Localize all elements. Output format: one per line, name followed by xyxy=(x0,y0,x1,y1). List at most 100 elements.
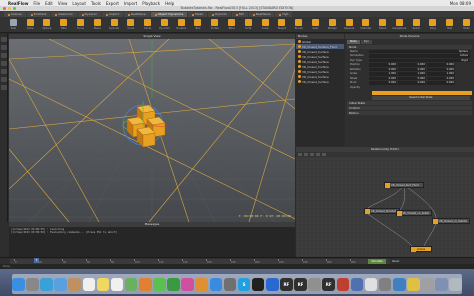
minimize-window-button[interactable] xyxy=(8,7,11,10)
relationship-node[interactable]: Global xyxy=(410,246,432,252)
toolbar-chamfer-button[interactable]: Chamfer xyxy=(358,18,373,32)
menu-file[interactable]: File xyxy=(33,1,40,6)
relationship-node[interactable]: VR_Closed_co_Subdi xyxy=(396,210,432,216)
app-3-icon[interactable] xyxy=(350,277,364,291)
camera-tool-button[interactable] xyxy=(1,69,7,74)
finder-icon[interactable] xyxy=(12,277,25,291)
maps-icon[interactable] xyxy=(124,277,138,291)
toolbar-gear-button[interactable]: Gear xyxy=(308,18,323,32)
dropbox-icon[interactable] xyxy=(265,277,279,291)
toolbar-icosa-button[interactable]: Icosa xyxy=(258,18,273,32)
param-value-field[interactable]: 0.000 xyxy=(369,81,397,85)
move-tool-button[interactable] xyxy=(1,45,7,50)
toolbar-wedge-button[interactable]: Wedge xyxy=(325,18,340,32)
launchpad-icon[interactable] xyxy=(26,277,39,291)
close-window-button[interactable] xyxy=(3,7,6,10)
toolbar-vortex-button[interactable]: Vortex xyxy=(207,18,222,32)
relationship-node[interactable]: VR_Closed_Simulat xyxy=(364,208,400,214)
menu-edit[interactable]: Edit xyxy=(45,1,53,6)
app-8-icon[interactable] xyxy=(421,277,434,291)
toolbar-text-button[interactable]: Text xyxy=(442,18,457,32)
viewport-scene[interactable] xyxy=(9,39,295,222)
scale-tool-button[interactable] xyxy=(1,61,7,66)
toolbar-helix-button[interactable]: Helix xyxy=(459,18,474,32)
realflow-1-icon[interactable]: RF xyxy=(280,277,293,291)
toolbar-cube-button[interactable]: Cube xyxy=(23,18,38,32)
param-value-field[interactable]: 0.000 xyxy=(398,67,426,71)
app-6-icon[interactable] xyxy=(392,277,406,291)
toolbar-plane-button[interactable]: Plane xyxy=(90,18,105,32)
preferences-icon[interactable] xyxy=(223,277,237,291)
menu-import[interactable]: Import xyxy=(124,1,137,6)
app-4-icon[interactable] xyxy=(364,277,378,291)
toolbar-circle-button[interactable]: Circle xyxy=(140,18,155,32)
zoom-window-button[interactable] xyxy=(13,7,16,10)
param-value-field[interactable]: Sphere xyxy=(369,49,470,53)
toolbar-torus-button[interactable]: Torus xyxy=(73,18,88,32)
menu-playback[interactable]: Playback xyxy=(142,1,160,6)
app-1-icon[interactable] xyxy=(308,277,321,291)
toolbar-geosphere-button[interactable]: Geosphere xyxy=(392,18,407,32)
rotate-tool-button[interactable] xyxy=(1,53,7,58)
toolbar-box-button[interactable]: Box xyxy=(191,18,206,32)
param-value-field[interactable]: 0.000 xyxy=(398,63,426,67)
select-tool-button[interactable] xyxy=(1,37,7,42)
app-2-icon[interactable] xyxy=(336,277,350,291)
param-value-field[interactable]: 1.000 xyxy=(369,72,397,76)
relationship-node[interactable]: VR_Closed_Surf_Fluid xyxy=(384,182,424,188)
toolbar-spiral-button[interactable]: Spiral xyxy=(409,18,424,32)
toolbar-torusk-button[interactable]: Torusk xyxy=(291,18,306,32)
toolbar-sphere-button[interactable]: Sphere xyxy=(40,18,55,32)
menu-layout[interactable]: Layout xyxy=(72,1,86,6)
calendar-icon[interactable] xyxy=(82,277,96,291)
params-section-uniform[interactable]: Uniform xyxy=(347,105,472,110)
safari-icon[interactable] xyxy=(40,277,53,291)
param-value-field[interactable]: 0.000 xyxy=(427,81,455,85)
current-frame-marker[interactable]: 0 xyxy=(34,258,39,263)
param-value-field[interactable]: 0.000 xyxy=(398,81,426,85)
menu-tools[interactable]: Tools xyxy=(91,1,101,6)
reminders-icon[interactable] xyxy=(110,277,124,291)
zoom-tool-button[interactable] xyxy=(1,77,7,82)
opacity-slider[interactable] xyxy=(372,90,472,95)
param-value-field[interactable]: Rigid xyxy=(369,58,470,62)
params-tab-node[interactable]: Node xyxy=(347,40,360,44)
toolbar-tetra-button[interactable]: Tetra xyxy=(224,18,239,32)
3d-viewport[interactable]: T: 00:00:00 F: 0 ST: 00:00:00 xyxy=(9,39,295,222)
param-value-field[interactable]: 0.000 xyxy=(369,67,397,71)
toolbar-dodeca-button[interactable]: Dodeca xyxy=(174,18,189,32)
toolbar-octa-button[interactable]: Octa xyxy=(241,18,256,32)
toolbar-pyramid-button[interactable]: Pyramid xyxy=(157,18,172,32)
node-tool-2[interactable] xyxy=(304,153,308,156)
downloads-icon[interactable] xyxy=(435,277,448,291)
app-7-icon[interactable] xyxy=(407,277,420,291)
menu-help[interactable]: Help xyxy=(165,1,174,6)
toolbar-tube2-button[interactable]: Tube2 xyxy=(375,18,390,32)
toolbar-tube-button[interactable]: Tube xyxy=(56,18,71,32)
params-tab-dyn[interactable]: Dyn xyxy=(360,40,372,44)
facetime-icon[interactable] xyxy=(167,277,180,291)
param-value-field[interactable]: 0.000 xyxy=(427,67,455,71)
clock[interactable]: Mon 08:09 xyxy=(450,1,471,6)
app-5-icon[interactable] xyxy=(378,277,392,291)
ibooks-icon[interactable] xyxy=(195,277,209,291)
node-list-item[interactable]: VR_Closed_Surface xyxy=(296,79,344,84)
menu-export[interactable]: Export xyxy=(106,1,119,6)
contacts-icon[interactable] xyxy=(68,277,82,291)
menu-view[interactable]: View xyxy=(58,1,68,6)
realflow-3-icon[interactable]: RF xyxy=(322,277,336,291)
terminal-icon[interactable] xyxy=(251,277,265,291)
menu-app-name[interactable]: RealFlow xyxy=(8,1,28,6)
relationship-node[interactable]: VR_Closed_co_Subdiv xyxy=(432,218,470,224)
notes-icon[interactable] xyxy=(96,277,110,291)
node-tool-1[interactable] xyxy=(298,153,302,156)
params-section-motion[interactable]: Motion xyxy=(347,110,472,115)
toolbar-null-button[interactable]: Null xyxy=(6,18,21,32)
toolbar-capsule-button[interactable]: Capsule xyxy=(342,18,357,32)
skype-icon[interactable]: S xyxy=(237,277,251,291)
node-tool-4[interactable] xyxy=(316,153,320,156)
mail-icon[interactable] xyxy=(54,277,67,291)
param-value-field[interactable]: 0.000 xyxy=(427,76,455,80)
param-value-field[interactable]: 0.000 xyxy=(369,63,397,67)
toolbar-cone-button[interactable]: Cone xyxy=(123,18,138,32)
